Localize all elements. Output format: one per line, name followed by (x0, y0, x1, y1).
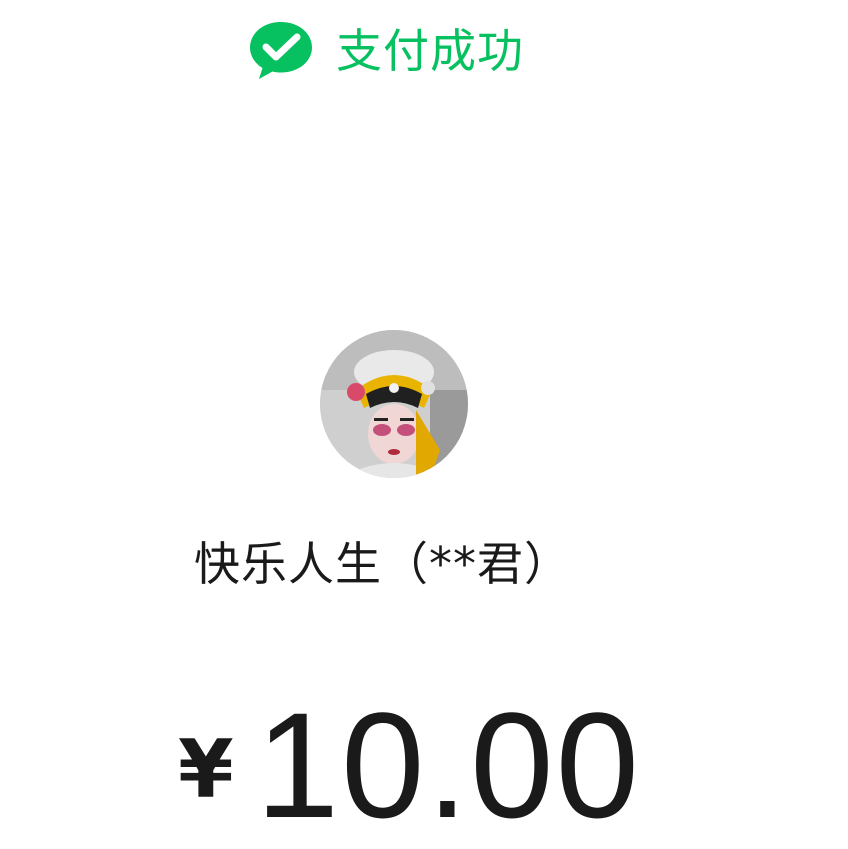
payment-status-header: 支付成功 (248, 20, 524, 82)
avatar (320, 330, 468, 478)
user-avatar-photo (320, 330, 468, 478)
wechat-pay-check-icon (248, 20, 314, 82)
payee-name: 快乐人生（**君） (194, 537, 571, 591)
payment-success-label: 支付成功 (336, 24, 524, 78)
payment-amount: ¥ 10.00 (178, 690, 641, 840)
currency-symbol: ¥ (178, 723, 234, 816)
amount-value: 10.00 (255, 681, 642, 849)
